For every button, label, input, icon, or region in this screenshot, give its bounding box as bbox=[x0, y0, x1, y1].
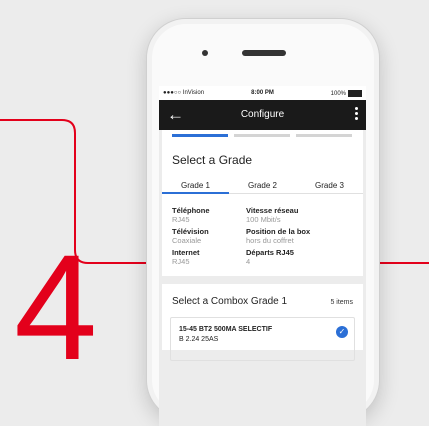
spec-value: Coaxiale bbox=[172, 236, 202, 245]
spec-value: 4 bbox=[246, 257, 251, 266]
spec-internet: Internet RJ45 bbox=[172, 248, 244, 266]
tab-grade-1[interactable]: Grade 1 bbox=[162, 175, 229, 194]
combox-header: Select a Combox Grade 1 5 items bbox=[162, 284, 363, 307]
phone-frame: ●●●○○ InVision 8:00 PM 100% ← Configure … bbox=[146, 18, 380, 426]
status-bar: ●●●○○ InVision 8:00 PM 100% bbox=[159, 86, 366, 100]
spec-television: Télévision Coaxiale bbox=[172, 227, 244, 245]
spec-label: Position de la box bbox=[246, 227, 311, 236]
spec-telephone: Téléphone RJ45 bbox=[172, 206, 244, 224]
step-indicator-3 bbox=[296, 134, 352, 137]
spec-label: Téléphone bbox=[172, 206, 210, 215]
spec-value: hors du coffret bbox=[246, 236, 294, 245]
spec-value: RJ45 bbox=[172, 257, 190, 266]
progress-stepper bbox=[162, 130, 363, 140]
battery-icon bbox=[348, 90, 362, 97]
spec-label: Vitesse réseau bbox=[246, 206, 299, 215]
camera-icon bbox=[202, 50, 208, 56]
more-vertical-icon[interactable] bbox=[355, 107, 358, 120]
step-number: 4 bbox=[14, 223, 98, 391]
spec-label: Départs RJ45 bbox=[246, 248, 294, 257]
page-title: Configure bbox=[240, 109, 285, 120]
grade-specs: Téléphone RJ45 Vitesse réseau 100 Mbit/s… bbox=[162, 194, 363, 276]
grade-tabs: Grade 1 Grade 2 Grade 3 bbox=[162, 175, 363, 194]
combox-list-item[interactable]: 15-45 BT2 500MA SELECTIF B 2.24 25AS ✓ bbox=[170, 317, 355, 361]
spec-box-position: Position de la box hors du coffret bbox=[246, 227, 353, 245]
combox-card: Select a Combox Grade 1 5 items 15-45 BT… bbox=[162, 284, 363, 361]
speaker-icon bbox=[242, 50, 286, 56]
spec-rj45-outputs: Départs RJ45 4 bbox=[246, 248, 353, 266]
tab-grade-3[interactable]: Grade 3 bbox=[296, 175, 363, 193]
spec-value: RJ45 bbox=[172, 215, 190, 224]
app-bar: ← Configure bbox=[159, 100, 366, 130]
combox-count: 5 items bbox=[330, 299, 353, 306]
combox-item-title: 15-45 BT2 500MA SELECTIF bbox=[179, 326, 273, 333]
battery-label: 100% bbox=[330, 90, 346, 97]
combox-title: Select a Combox Grade 1 bbox=[172, 296, 288, 307]
grade-section-title: Select a Grade bbox=[172, 153, 253, 167]
battery-status: 100% bbox=[331, 90, 362, 97]
grade-card: Select a Grade Grade 1 Grade 2 Grade 3 T… bbox=[162, 130, 363, 276]
spec-label: Télévision bbox=[172, 227, 209, 236]
spec-network-speed: Vitesse réseau 100 Mbit/s bbox=[246, 206, 353, 224]
spec-value: 100 Mbit/s bbox=[246, 215, 281, 224]
step-indicator-1 bbox=[172, 134, 228, 137]
tab-grade-2[interactable]: Grade 2 bbox=[229, 175, 296, 193]
check-icon[interactable]: ✓ bbox=[336, 326, 348, 338]
step-indicator-2 bbox=[234, 134, 290, 137]
phone-screen: ●●●○○ InVision 8:00 PM 100% ← Configure … bbox=[159, 86, 366, 426]
combox-item-subtitle: B 2.24 25AS bbox=[179, 336, 219, 343]
spec-label: Internet bbox=[172, 248, 200, 257]
